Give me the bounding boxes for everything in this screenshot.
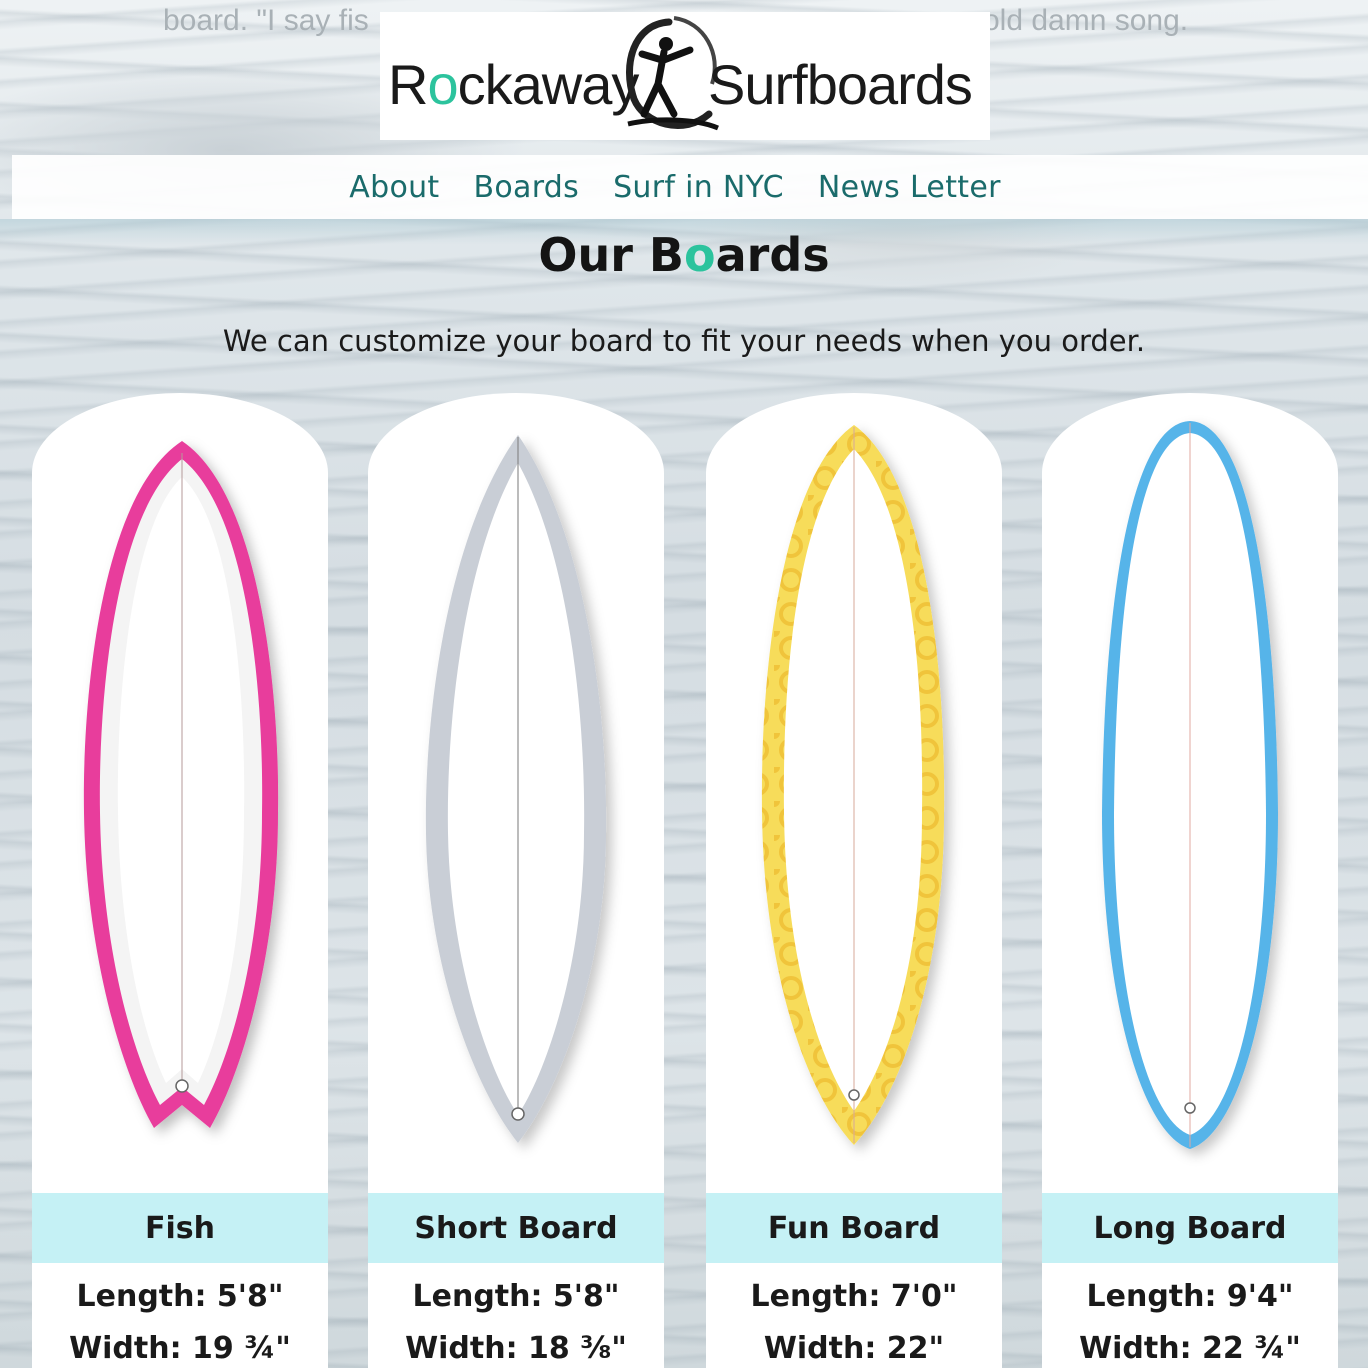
- site-logo[interactable]: Rockaway Surfboards: [380, 12, 990, 140]
- teaser-right: old damn song.: [983, 4, 1189, 37]
- logo-wordmark-surfboards: Surfboards: [708, 53, 973, 116]
- title-accent-o: o: [683, 228, 716, 282]
- board-card-fun-board[interactable]: Fun Board Length: 7'0" Width: 22": [706, 393, 1002, 1368]
- board-width: Width: 19 ¾": [69, 1331, 291, 1366]
- board-length: Length: 9'4": [1086, 1279, 1294, 1314]
- page-subtitle: We can customize your board to fit your …: [222, 324, 1146, 358]
- logo-text-rockaway: Rockaway: [388, 53, 639, 116]
- board-name: Fun Board: [706, 1193, 1002, 1263]
- teaser-left: board. "I say fis: [163, 4, 369, 37]
- title-part-1: Our B: [538, 228, 684, 282]
- nav-item-surf-in-nyc[interactable]: Surf in NYC: [613, 170, 784, 205]
- nav-item-boards[interactable]: Boards: [473, 170, 579, 205]
- nav-item-about[interactable]: About: [349, 170, 439, 205]
- title-part-2: ards: [715, 228, 830, 282]
- board-name: Short Board: [368, 1193, 664, 1263]
- board-width: Width: 22": [763, 1331, 945, 1366]
- board-name: Fish: [32, 1193, 328, 1263]
- board-card-long-board[interactable]: Long Board Length: 9'4" Width: 22 ¾": [1042, 393, 1338, 1368]
- board-card-fish[interactable]: Fish Length: 5'8" Width: 19 ¾": [32, 393, 328, 1368]
- logo-accent-o: o: [427, 53, 458, 116]
- board-name: Long Board: [1042, 1193, 1338, 1263]
- board-length: Length: 5'8": [412, 1279, 620, 1314]
- short-board-image: [425, 435, 607, 1143]
- page-title: Our Boards: [0, 228, 1368, 282]
- logo-wordmark-rockaway: Rockaway: [388, 52, 639, 117]
- long-board-image: [1102, 421, 1278, 1149]
- fun-board-image: [761, 425, 945, 1145]
- nav-item-news-letter[interactable]: News Letter: [818, 170, 1001, 205]
- board-card-short-board[interactable]: Short Board Length: 5'8" Width: 18 ⅜": [368, 393, 664, 1368]
- board-width: Width: 22 ¾": [1079, 1331, 1301, 1366]
- main-nav: About Boards Surf in NYC News Letter: [12, 155, 1368, 219]
- board-width: Width: 18 ⅜": [405, 1331, 627, 1366]
- fish-board-image: [83, 441, 279, 1128]
- board-length: Length: 5'8": [76, 1279, 284, 1314]
- board-length: Length: 7'0": [750, 1279, 958, 1314]
